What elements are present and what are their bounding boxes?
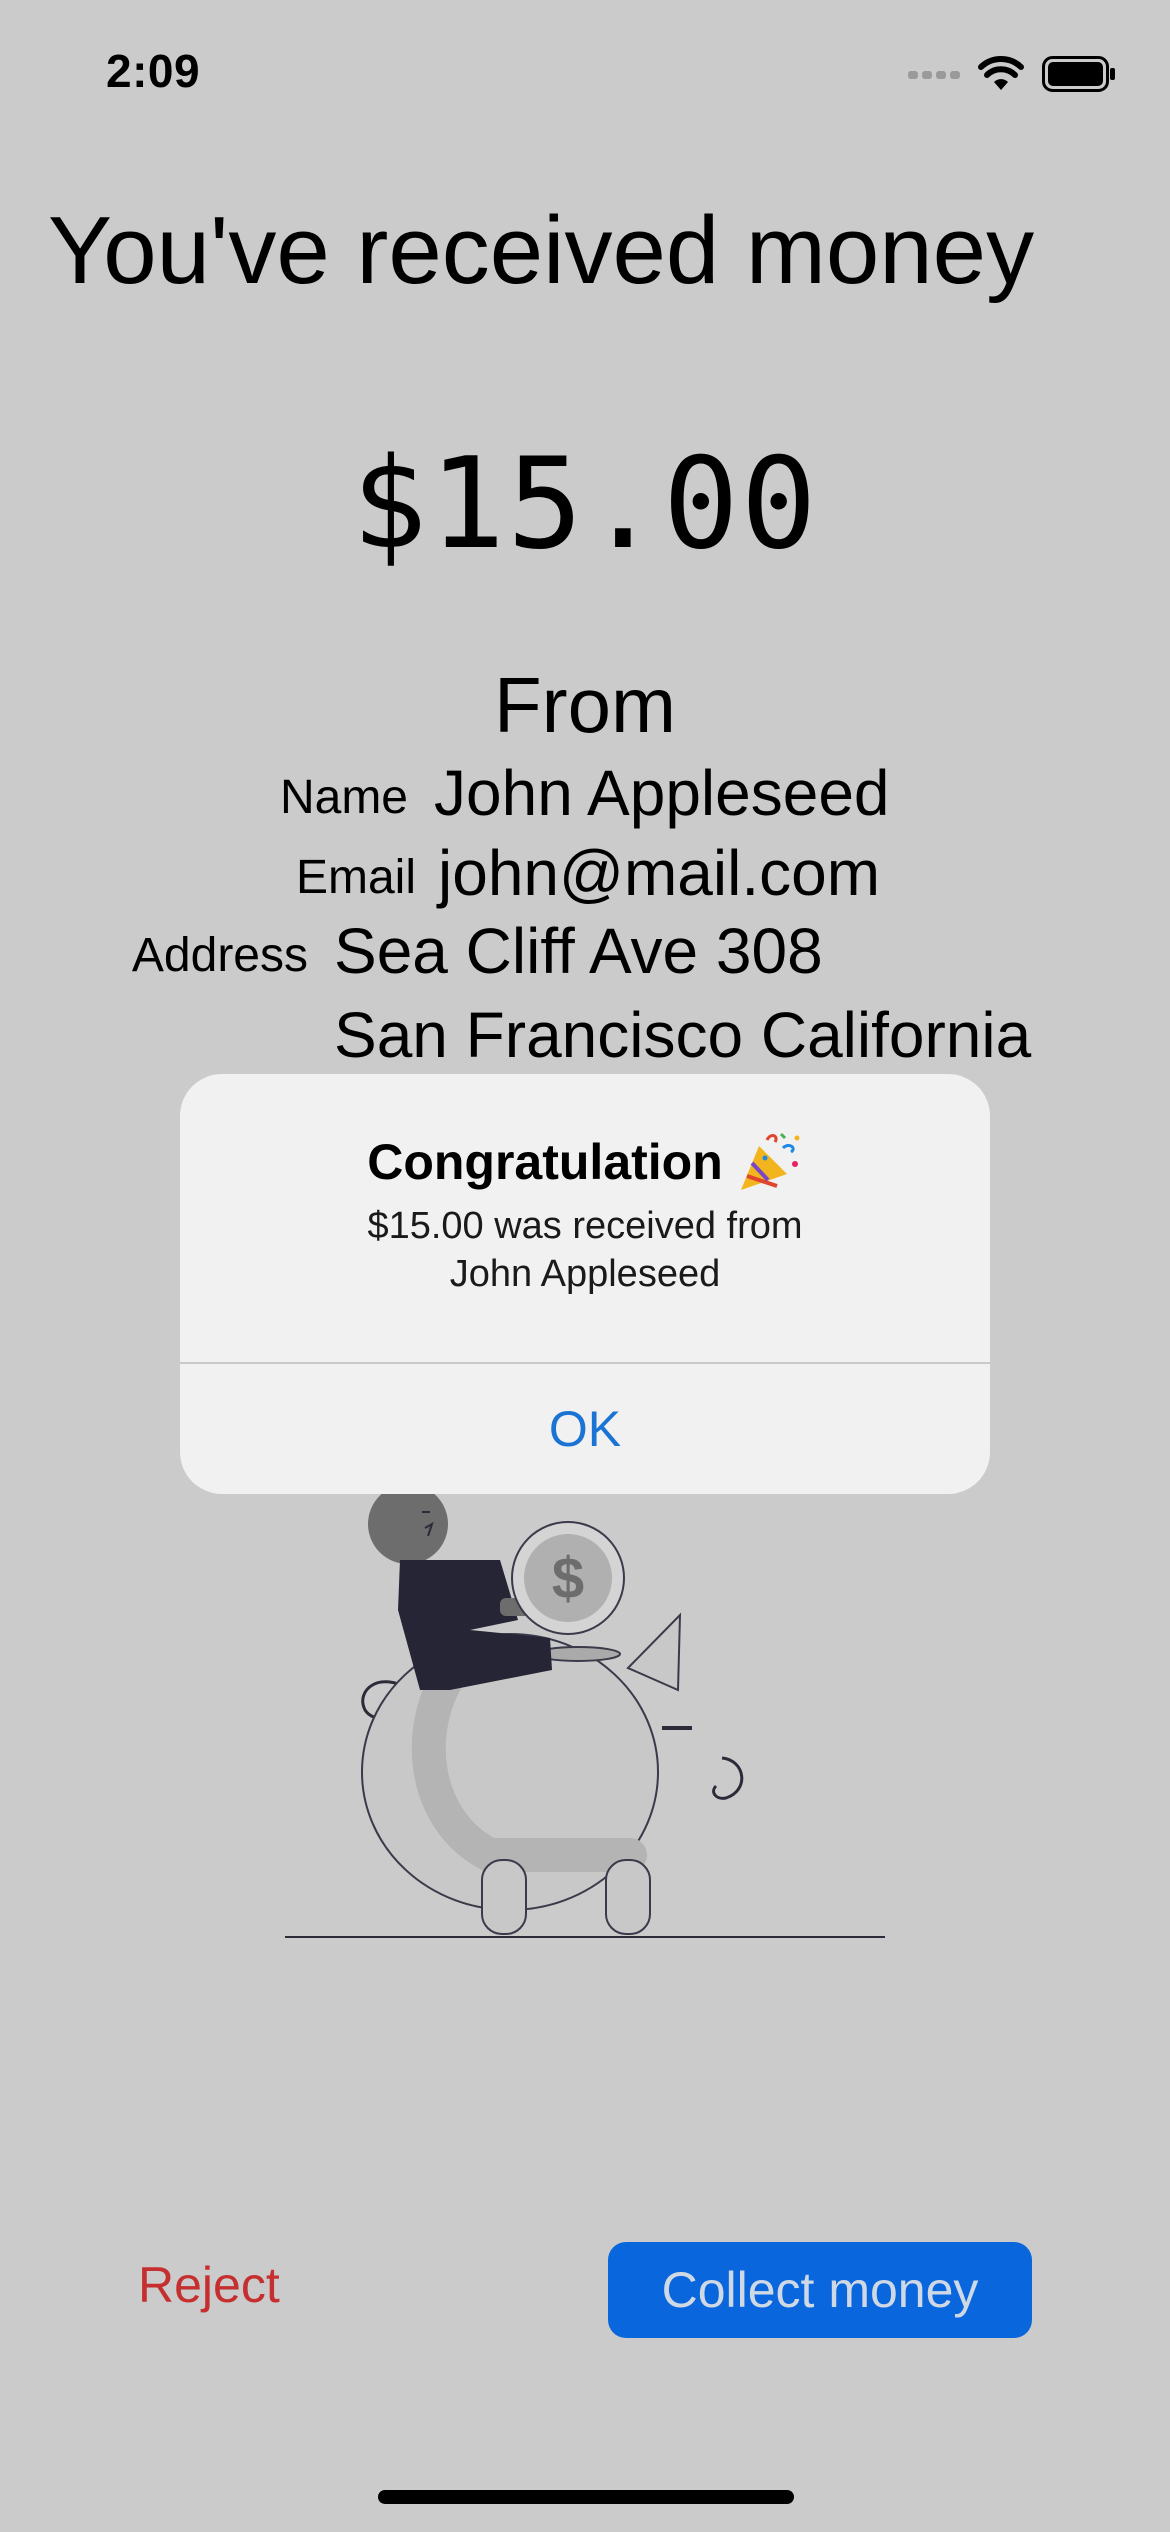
reject-button[interactable]: Reject <box>138 2256 280 2314</box>
alert-title: Congratulation <box>367 1134 723 1190</box>
svg-text:$: $ <box>552 1546 584 1611</box>
email-value: john@mail.com <box>438 837 880 909</box>
pig-snout <box>712 1756 744 1800</box>
alert-message-line-1: $15.00 was received from <box>367 1205 803 1247</box>
alert-ok-button[interactable]: OK <box>180 1364 990 1494</box>
address-line-1: Sea Cliff Ave 308 <box>334 915 823 987</box>
from-heading: From <box>494 661 676 749</box>
pig-ear <box>626 1612 682 1692</box>
battery-icon <box>1042 56 1115 92</box>
address-line-2: San Francisco California <box>334 999 1032 1071</box>
alert-message: $15.00 was received from John Appleseed <box>240 1202 930 1298</box>
piggy-bank-illustration: $ <box>285 1484 885 1938</box>
status-bar-icons <box>908 54 1116 94</box>
status-bar-time: 2:09 <box>106 45 201 97</box>
name-value: John Appleseed <box>434 757 890 829</box>
person-head <box>368 1484 448 1564</box>
home-indicator[interactable] <box>378 2490 794 2504</box>
amount-value: $15.00 <box>351 430 819 577</box>
alert-message-line-2: John Appleseed <box>449 1253 721 1295</box>
email-label: Email <box>295 851 416 904</box>
congratulation-alert: Congratulation $15.00 was received from … <box>180 1074 990 1494</box>
alert-title-row: Congratulation <box>180 1130 990 1194</box>
address-label: Address <box>131 929 308 982</box>
signal-icon <box>908 71 960 79</box>
page-title: You've received money <box>48 197 1035 304</box>
name-label: Name <box>279 771 408 824</box>
party-popper-icon <box>740 1132 800 1190</box>
wifi-icon <box>978 56 1024 90</box>
collect-money-button[interactable]: Collect money <box>608 2242 1032 2338</box>
